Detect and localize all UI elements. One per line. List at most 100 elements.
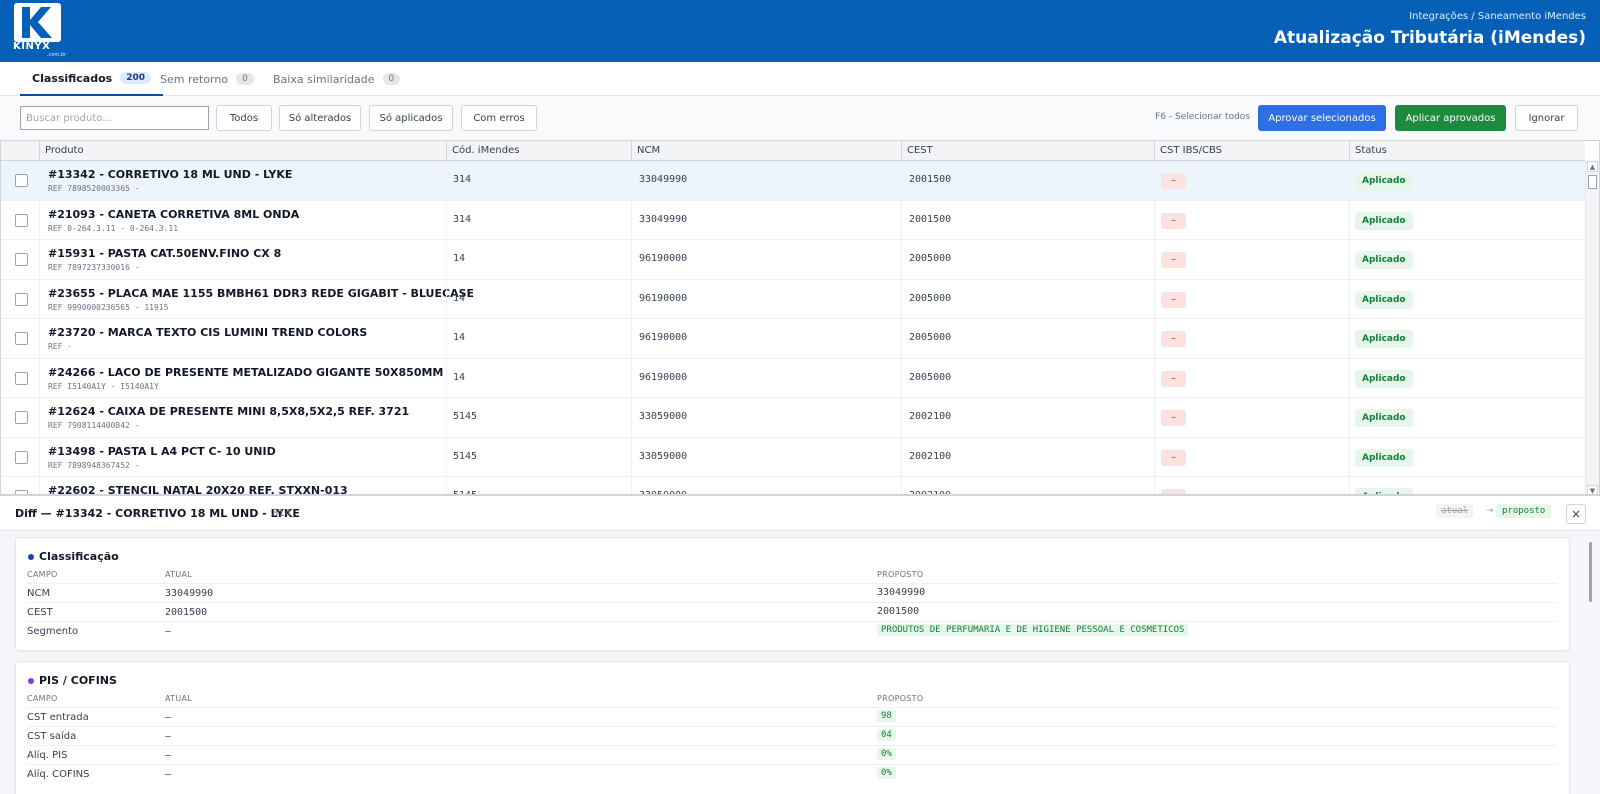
table-row[interactable]: #23720 - MARCA TEXTO CIS LUMINI TREND CO… xyxy=(1,319,1585,359)
cst-badge: – xyxy=(1161,291,1186,308)
table-row[interactable]: #12624 - CAIXA DE PRESENTE MINI 8,5X8,5X… xyxy=(1,398,1585,438)
cod-imendes-cell: 14 xyxy=(453,253,466,264)
header-cest[interactable]: CEST xyxy=(901,141,1154,161)
scroll-thumb[interactable] xyxy=(1588,175,1597,189)
status-badge: Aplicado xyxy=(1355,172,1413,190)
table-row[interactable]: #22602 - STENCIL NATAL 20X20 REF. STXXN-… xyxy=(1,477,1585,495)
row-checkbox[interactable] xyxy=(15,292,28,306)
diff-field: CST entrada xyxy=(27,712,89,723)
column-divider xyxy=(1154,161,1155,494)
diff-row: CST saída – 04 xyxy=(27,726,1557,745)
row-checkbox[interactable] xyxy=(15,371,28,385)
breadcrumb[interactable]: Integrações / Saneamento iMendes xyxy=(1409,11,1586,22)
cest-cell: 2001500 xyxy=(909,174,952,185)
page-title: Atualização Tributária (iMendes) xyxy=(1273,28,1586,48)
table-row[interactable]: #21093 - CANETA CORRETIVA 8ML ONDA REF 0-… xyxy=(1,200,1585,240)
status-badge: Aplicado xyxy=(1355,330,1413,348)
search-input[interactable] xyxy=(20,106,209,130)
ncm-cell: 33059000 xyxy=(639,450,688,462)
diff-panel-body: Classificação CAMPO ATUAL PROPOSTO NCM 330499… xyxy=(0,531,1600,794)
diff-field: Segmento xyxy=(27,626,79,637)
product-ref: REF 0-264.3.11 - 0-264.3.11 xyxy=(48,223,179,233)
product-name: #13498 - PASTA L A4 PCT C- 10 UNID xyxy=(48,444,276,458)
scroll-thumb[interactable] xyxy=(1589,542,1592,602)
header-produto[interactable]: Produto xyxy=(39,141,446,161)
table-row[interactable]: #23655 - PLACA MAE 1155 BMBH61 DDR3 REDE… xyxy=(1,279,1585,319)
diff-atual: 2001500 xyxy=(165,607,208,618)
scroll-down-icon[interactable]: ▼ xyxy=(1587,485,1598,494)
product-name: #12624 - CAIXA DE PRESENTE MINI 8,5X8,5X… xyxy=(48,405,410,418)
diff-field: CST saída xyxy=(27,731,77,742)
status-badge: Aplicado xyxy=(1355,211,1413,230)
ncm-cell: 33049990 xyxy=(639,213,688,225)
row-checkbox[interactable] xyxy=(15,332,28,345)
tab-sem-retorno[interactable]: Sem retorno 0 xyxy=(148,62,266,96)
product-ref: REF 7908114400842 - xyxy=(48,421,140,430)
approve-selected-button[interactable]: Aprovar selecionados xyxy=(1258,105,1386,131)
diff-field: NCM xyxy=(27,588,51,599)
cest-cell: 2005000 xyxy=(909,253,952,264)
table-row[interactable]: #15931 - PASTA CAT.50ENV.FINO CX 8 REF 78… xyxy=(1,240,1585,280)
table-row[interactable]: #24266 - LACO DE PRESENTE METALIZADO GIG… xyxy=(1,358,1585,398)
scroll-up-icon[interactable]: ▲ xyxy=(1587,161,1598,172)
cod-imendes-cell: 5145 xyxy=(453,411,478,422)
ignore-button[interactable]: Ignorar xyxy=(1515,105,1578,131)
diff-atual: – xyxy=(165,626,172,637)
header-cst[interactable]: CST IBS/CBS xyxy=(1154,141,1349,161)
diff-row: Alíq. COFINS – 0% xyxy=(27,764,1557,783)
kinyx-logo[interactable]: KINYX .com.br xyxy=(13,3,67,59)
cest-cell: 2002100 xyxy=(909,450,952,462)
product-name: #13342 - CORRETIVO 18 ML UND - LYKE xyxy=(48,168,293,181)
table-row[interactable]: #13342 - CORRETIVO 18 ML UND - LYKE REF 7… xyxy=(1,161,1585,201)
header-ncm[interactable]: NCM xyxy=(631,141,901,161)
column-divider xyxy=(1349,161,1350,494)
tab-label: Baixa similaridade xyxy=(273,72,375,86)
filter-todos-button[interactable]: Todos xyxy=(216,105,272,131)
header-status[interactable]: Status xyxy=(1349,141,1585,161)
cst-badge: – xyxy=(1161,370,1186,387)
diff-atual: – xyxy=(165,712,172,723)
filter-erros-button[interactable]: Com erros xyxy=(461,105,537,131)
header-select[interactable] xyxy=(1,141,39,161)
column-divider xyxy=(901,161,902,494)
row-checkbox[interactable] xyxy=(15,213,28,227)
table-scrollbar[interactable]: ▲ ▼ xyxy=(1585,161,1599,494)
diff-proposto: PRODUTOS DE PERFUMARIA E DE HIGIENE PESS… xyxy=(877,624,1189,636)
logo-sub: .com.br xyxy=(47,52,67,58)
product-name: #22602 - STENCIL NATAL 20X20 REF. STXXN-… xyxy=(48,484,348,495)
diff-scrollbar[interactable] xyxy=(1588,536,1594,791)
section-title: PIS / COFINS xyxy=(28,674,117,687)
row-checkbox[interactable] xyxy=(15,411,28,424)
cod-imendes-cell: 5145 xyxy=(453,450,478,462)
diff-row: CST entrada – 98 xyxy=(27,707,1557,726)
product-name: #23655 - PLACA MAE 1155 BMBH61 DDR3 REDE… xyxy=(48,286,475,300)
section-title: Classificação xyxy=(28,550,119,563)
tab-baixa-similaridade[interactable]: Baixa similaridade 0 xyxy=(261,62,412,96)
col-header-atual: ATUAL xyxy=(165,694,193,703)
column-divider xyxy=(39,161,40,494)
ncm-cell: 96190000 xyxy=(639,371,688,383)
row-checkbox[interactable] xyxy=(15,450,28,464)
header-cod-imendes[interactable]: Cód. iMendes xyxy=(446,141,631,161)
tab-classificados[interactable]: Classificados 200 xyxy=(20,62,164,96)
filter-aplicados-button[interactable]: Só aplicados xyxy=(369,105,453,131)
filter-alterados-button[interactable]: Só alterados xyxy=(279,105,361,131)
section-dot-icon xyxy=(28,553,34,560)
table-row[interactable]: #13498 - PASTA L A4 PCT C- 10 UNID REF 78… xyxy=(1,437,1585,477)
row-checkbox[interactable] xyxy=(15,174,28,187)
legend-proposto: proposto xyxy=(1496,504,1552,518)
status-badge: Aplicado xyxy=(1355,448,1413,467)
cest-cell: 2005000 xyxy=(909,332,952,343)
diff-atual: 33049990 xyxy=(165,588,214,599)
apply-approved-button[interactable]: Aplicar aprovados xyxy=(1395,105,1506,131)
row-checkbox[interactable] xyxy=(15,253,28,266)
diff-proposto: 0% xyxy=(877,748,896,760)
diff-field: Alíq. PIS xyxy=(27,750,68,761)
product-ref: REF 7898948367452 - xyxy=(48,460,140,470)
diff-row: CEST 2001500 2001500 xyxy=(27,602,1557,621)
diff-section-card: Classificação CAMPO ATUAL PROPOSTO NCM 330499… xyxy=(15,537,1570,651)
product-name: #24266 - LACO DE PRESENTE METALIZADO GIG… xyxy=(48,365,444,379)
product-ref: REF I5140A1Y - I5140A1Y xyxy=(48,381,159,391)
cest-cell: 2005000 xyxy=(909,371,952,383)
close-icon[interactable]: × xyxy=(1566,504,1586,524)
